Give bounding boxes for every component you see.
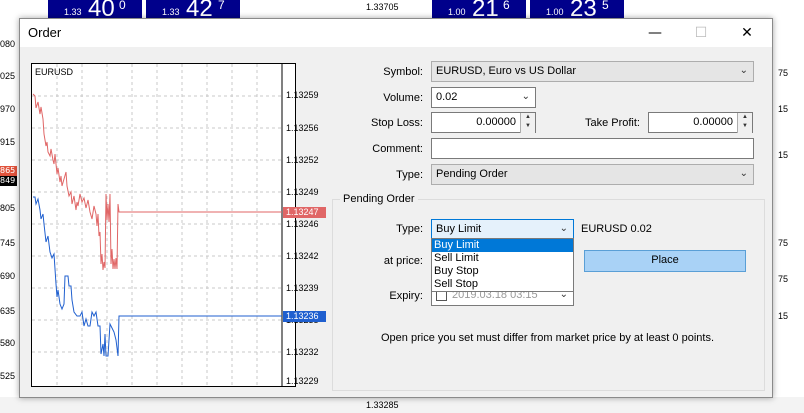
- chevron-down-icon: ⌄: [559, 223, 568, 234]
- stoploss-spinner[interactable]: ▲ ▼: [520, 113, 535, 133]
- ask-price-tag: 1.13247: [283, 207, 326, 218]
- comment-label: Comment:: [372, 143, 423, 155]
- title-bar: Order — ☐ ✕: [20, 19, 772, 47]
- dialog-title: Order: [28, 25, 62, 40]
- pending-order-group-title: Pending Order: [340, 193, 418, 205]
- axis-label: 75: [778, 274, 789, 284]
- pending-type-select[interactable]: Buy Limit ⌄: [431, 219, 574, 240]
- axis-label: 635: [0, 306, 16, 316]
- takeprofit-spinner[interactable]: ▲ ▼: [737, 113, 752, 133]
- quote-small: 1.00: [448, 7, 466, 17]
- quote-small: 1.33: [162, 7, 180, 17]
- pending-type-value: Buy Limit: [436, 223, 482, 235]
- maximize-button[interactable]: ☐: [678, 19, 724, 47]
- price-label: 1.13256: [286, 123, 319, 133]
- close-button[interactable]: ✕: [724, 19, 770, 47]
- background-price: 1.33285: [366, 400, 399, 410]
- place-button[interactable]: Place: [584, 250, 746, 272]
- quote-small: 1.00: [546, 7, 564, 17]
- price-chart: EURUSD 1.13259 1.13256 1.13252 1.13249 1…: [31, 63, 326, 387]
- volume-combo[interactable]: 0.02 ⌄: [431, 87, 536, 108]
- dropdown-option-sell-limit[interactable]: Sell Limit: [432, 252, 573, 265]
- chart-symbol-label: EURUSD: [35, 67, 74, 77]
- order-type-select[interactable]: Pending Order ⌄: [431, 164, 754, 185]
- chevron-down-icon: ⌄: [739, 65, 748, 76]
- dropdown-option-buy-limit[interactable]: Buy Limit: [432, 239, 573, 252]
- order-type-label: Type:: [396, 169, 423, 181]
- symbol-value: EURUSD, Euro vs US Dollar: [436, 65, 576, 77]
- symbol-select[interactable]: EURUSD, Euro vs US Dollar ⌄: [431, 61, 754, 82]
- price-label: 1.13242: [286, 251, 319, 261]
- axis-tag-bid: 849: [0, 176, 17, 186]
- axis-label: 15: [778, 150, 789, 160]
- pending-type-label: Type:: [396, 223, 423, 235]
- quote-box: 1.00 23 5: [530, 0, 624, 22]
- background-price: 1.33705: [366, 2, 399, 12]
- quote-box: 1.33 40 0: [48, 0, 142, 22]
- volume-info: EURUSD 0.02: [581, 223, 652, 235]
- quote-sup: 6: [503, 0, 510, 12]
- price-label: 1.13246: [286, 219, 319, 229]
- spin-up-icon[interactable]: ▲: [738, 113, 752, 122]
- chart-grid: [32, 64, 282, 386]
- axis-label: 025: [0, 71, 16, 81]
- chevron-down-icon: ⌄: [521, 91, 530, 102]
- axis-label: 75: [778, 238, 789, 248]
- symbol-label: Symbol:: [383, 66, 423, 78]
- quote-sup: 5: [602, 0, 609, 12]
- volume-label: Volume:: [383, 92, 423, 104]
- axis-label: 745: [0, 238, 16, 248]
- order-type-value: Pending Order: [436, 168, 508, 180]
- bid-price-tag: 1.13236: [283, 311, 326, 322]
- axis-label: 080: [0, 39, 16, 49]
- axis-label: 690: [0, 271, 16, 281]
- axis-label: 15: [778, 104, 789, 114]
- pending-type-dropdown: Buy Limit Sell Limit Buy Stop Sell Stop: [431, 238, 574, 292]
- quote-sup: 7: [218, 0, 225, 12]
- chevron-down-icon: ⌄: [739, 168, 748, 179]
- axis-label: 970: [0, 104, 16, 114]
- axis-label: 525: [0, 371, 16, 381]
- price-label: at price:: [383, 255, 423, 267]
- quote-sup: 0: [119, 0, 126, 12]
- comment-input[interactable]: [431, 138, 754, 159]
- spin-up-icon[interactable]: ▲: [521, 113, 535, 122]
- spin-down-icon[interactable]: ▼: [738, 122, 752, 131]
- price-label: 1.13229: [286, 376, 319, 386]
- background-bottom-strip: [0, 397, 804, 413]
- dropdown-option-buy-stop[interactable]: Buy Stop: [432, 265, 573, 278]
- stoploss-value: 0.00000: [476, 116, 516, 128]
- expiry-label: Expiry:: [389, 290, 423, 302]
- axis-label: 75: [778, 68, 789, 78]
- quote-box: 1.00 21 6: [432, 0, 526, 22]
- stoploss-label: Stop Loss:: [371, 117, 423, 129]
- axis-label: 915: [0, 137, 16, 147]
- price-label: 1.13239: [286, 283, 319, 293]
- axis-label: 580: [0, 338, 16, 348]
- dropdown-option-sell-stop[interactable]: Sell Stop: [432, 278, 573, 291]
- chart-canvas: [32, 64, 283, 386]
- quote-box: 1.33 42 7: [146, 0, 240, 22]
- quote-small: 1.33: [64, 7, 82, 17]
- stoploss-input[interactable]: 0.00000 ▲ ▼: [431, 112, 536, 133]
- price-label: 1.13232: [286, 347, 319, 357]
- takeprofit-input[interactable]: 0.00000 ▲ ▼: [648, 112, 753, 133]
- takeprofit-label: Take Profit:: [584, 117, 640, 129]
- background-left-axis: 080 025 970 915 865 849 805 745 690 635 …: [0, 18, 19, 413]
- volume-value: 0.02: [436, 91, 458, 103]
- axis-label: 805: [0, 203, 16, 213]
- price-label: 1.13249: [286, 187, 319, 197]
- axis-tag-ask: 865: [0, 166, 17, 176]
- minimize-button[interactable]: —: [632, 19, 678, 47]
- axis-label: 15: [778, 311, 789, 321]
- takeprofit-value: 0.00000: [693, 116, 733, 128]
- price-label: 1.13259: [286, 90, 319, 100]
- price-label: 1.13252: [286, 155, 319, 165]
- spin-down-icon[interactable]: ▼: [521, 122, 535, 131]
- order-dialog: Order — ☐ ✕ EURUSD 1.13259 1.13256 1.132…: [19, 18, 773, 398]
- price-hint: Open price you set must differ from mark…: [381, 332, 714, 344]
